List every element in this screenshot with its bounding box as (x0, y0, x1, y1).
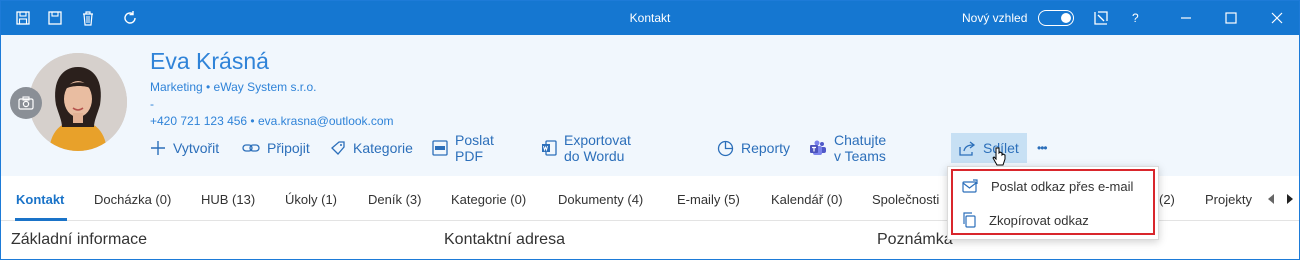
tabs-scroll-left-icon[interactable] (1267, 194, 1275, 204)
pdf-icon (432, 140, 448, 156)
share-icon (959, 140, 976, 156)
create-label: Vytvořit (173, 140, 220, 156)
tab-calendar[interactable]: Kalendář (0) (771, 192, 843, 207)
plus-icon (151, 141, 165, 155)
new-look-label: Nový vzhled (962, 11, 1028, 25)
copy-link-label: Zkopírovat odkaz (989, 212, 1089, 228)
tab-attendance[interactable]: Docházka (0) (94, 192, 171, 207)
teams-icon (810, 140, 826, 155)
send-pdf-label: Poslat PDF (455, 132, 494, 164)
section-contact-address: Kontaktní adresa (444, 231, 565, 248)
tab-hidden-count[interactable]: (2) (1159, 192, 1175, 207)
section-basic-info: Základní informace (11, 231, 148, 248)
active-tab-indicator (15, 218, 67, 221)
tab-projects[interactable]: Projekty (1205, 192, 1252, 207)
minimize-icon[interactable] (1176, 8, 1196, 28)
more-actions-button[interactable]: ••• (1037, 133, 1048, 163)
title-bar: Kontakt Nový vzhled ? (1, 1, 1299, 35)
layout-icon[interactable] (1091, 8, 1111, 28)
pie-chart-icon (717, 140, 734, 156)
contact-window: Kontakt Nový vzhled ? Eva Krásná Marketi… (0, 0, 1300, 260)
help-button[interactable]: ? (1132, 11, 1139, 25)
tab-contact[interactable]: Kontakt (16, 192, 64, 207)
contact-name: Eva Krásná (150, 48, 269, 74)
mouse-cursor-icon (992, 147, 1006, 166)
maximize-icon[interactable] (1221, 8, 1241, 28)
word-icon (542, 140, 557, 156)
close-icon[interactable] (1267, 8, 1287, 28)
contact-header: Eva Krásná Marketing • eWay System s.r.o… (1, 35, 1299, 176)
reports-label: Reporty (741, 140, 791, 156)
share-dropdown-menu: Poslat odkaz přes e-mail Zkopírovat odka… (947, 166, 1159, 240)
tab-companies[interactable]: Společnosti (872, 192, 939, 207)
contact-secondary-line: - (150, 97, 154, 111)
connect-button[interactable]: Připojit (242, 133, 310, 163)
tab-hub[interactable]: HUB (13) (201, 192, 255, 207)
send-link-by-email-label: Poslat odkaz přes e-mail (991, 178, 1134, 194)
tab-journal[interactable]: Deník (3) (368, 192, 421, 207)
contact-company-line[interactable]: Marketing • eWay System s.r.o. (150, 80, 316, 94)
category-label: Kategorie (353, 140, 413, 156)
more-icon: ••• (1037, 141, 1048, 155)
category-button[interactable]: Kategorie (330, 133, 413, 163)
new-look-toggle[interactable] (1038, 10, 1074, 26)
chat-in-teams-label: Chatujte v Teams (834, 132, 887, 164)
email-link-icon (962, 179, 978, 193)
tab-emails[interactable]: E-maily (5) (677, 192, 740, 207)
create-button[interactable]: Vytvořit (150, 133, 219, 163)
reports-button[interactable]: Reporty (717, 133, 790, 163)
export-word-label: Exportovat do Wordu (564, 132, 631, 164)
send-pdf-button[interactable]: Poslat PDF (432, 132, 494, 164)
tab-categories[interactable]: Kategorie (0) (451, 192, 526, 207)
tab-documents[interactable]: Dokumenty (4) (558, 192, 643, 207)
copy-icon (963, 212, 976, 228)
link-icon (242, 144, 260, 152)
send-link-by-email-item[interactable]: Poslat odkaz přes e-mail (948, 171, 1158, 201)
change-photo-camera-icon[interactable] (10, 87, 42, 119)
tab-tasks[interactable]: Úkoly (1) (285, 192, 337, 207)
export-word-button[interactable]: Exportovat do Wordu (541, 132, 631, 164)
chat-in-teams-button[interactable]: Chatujte v Teams (809, 132, 887, 164)
tabs-scroll-right-icon[interactable] (1286, 194, 1294, 204)
avatar[interactable] (29, 53, 127, 151)
section-notes: Poznámka (877, 231, 953, 248)
copy-link-item[interactable]: Zkopírovat odkaz (948, 205, 1158, 235)
contact-phone-email-line[interactable]: +420 721 123 456 • eva.krasna@outlook.co… (150, 114, 394, 128)
connect-label: Připojit (267, 140, 310, 156)
share-button[interactable]: Sdílet (951, 133, 1027, 163)
tag-icon (331, 141, 345, 155)
